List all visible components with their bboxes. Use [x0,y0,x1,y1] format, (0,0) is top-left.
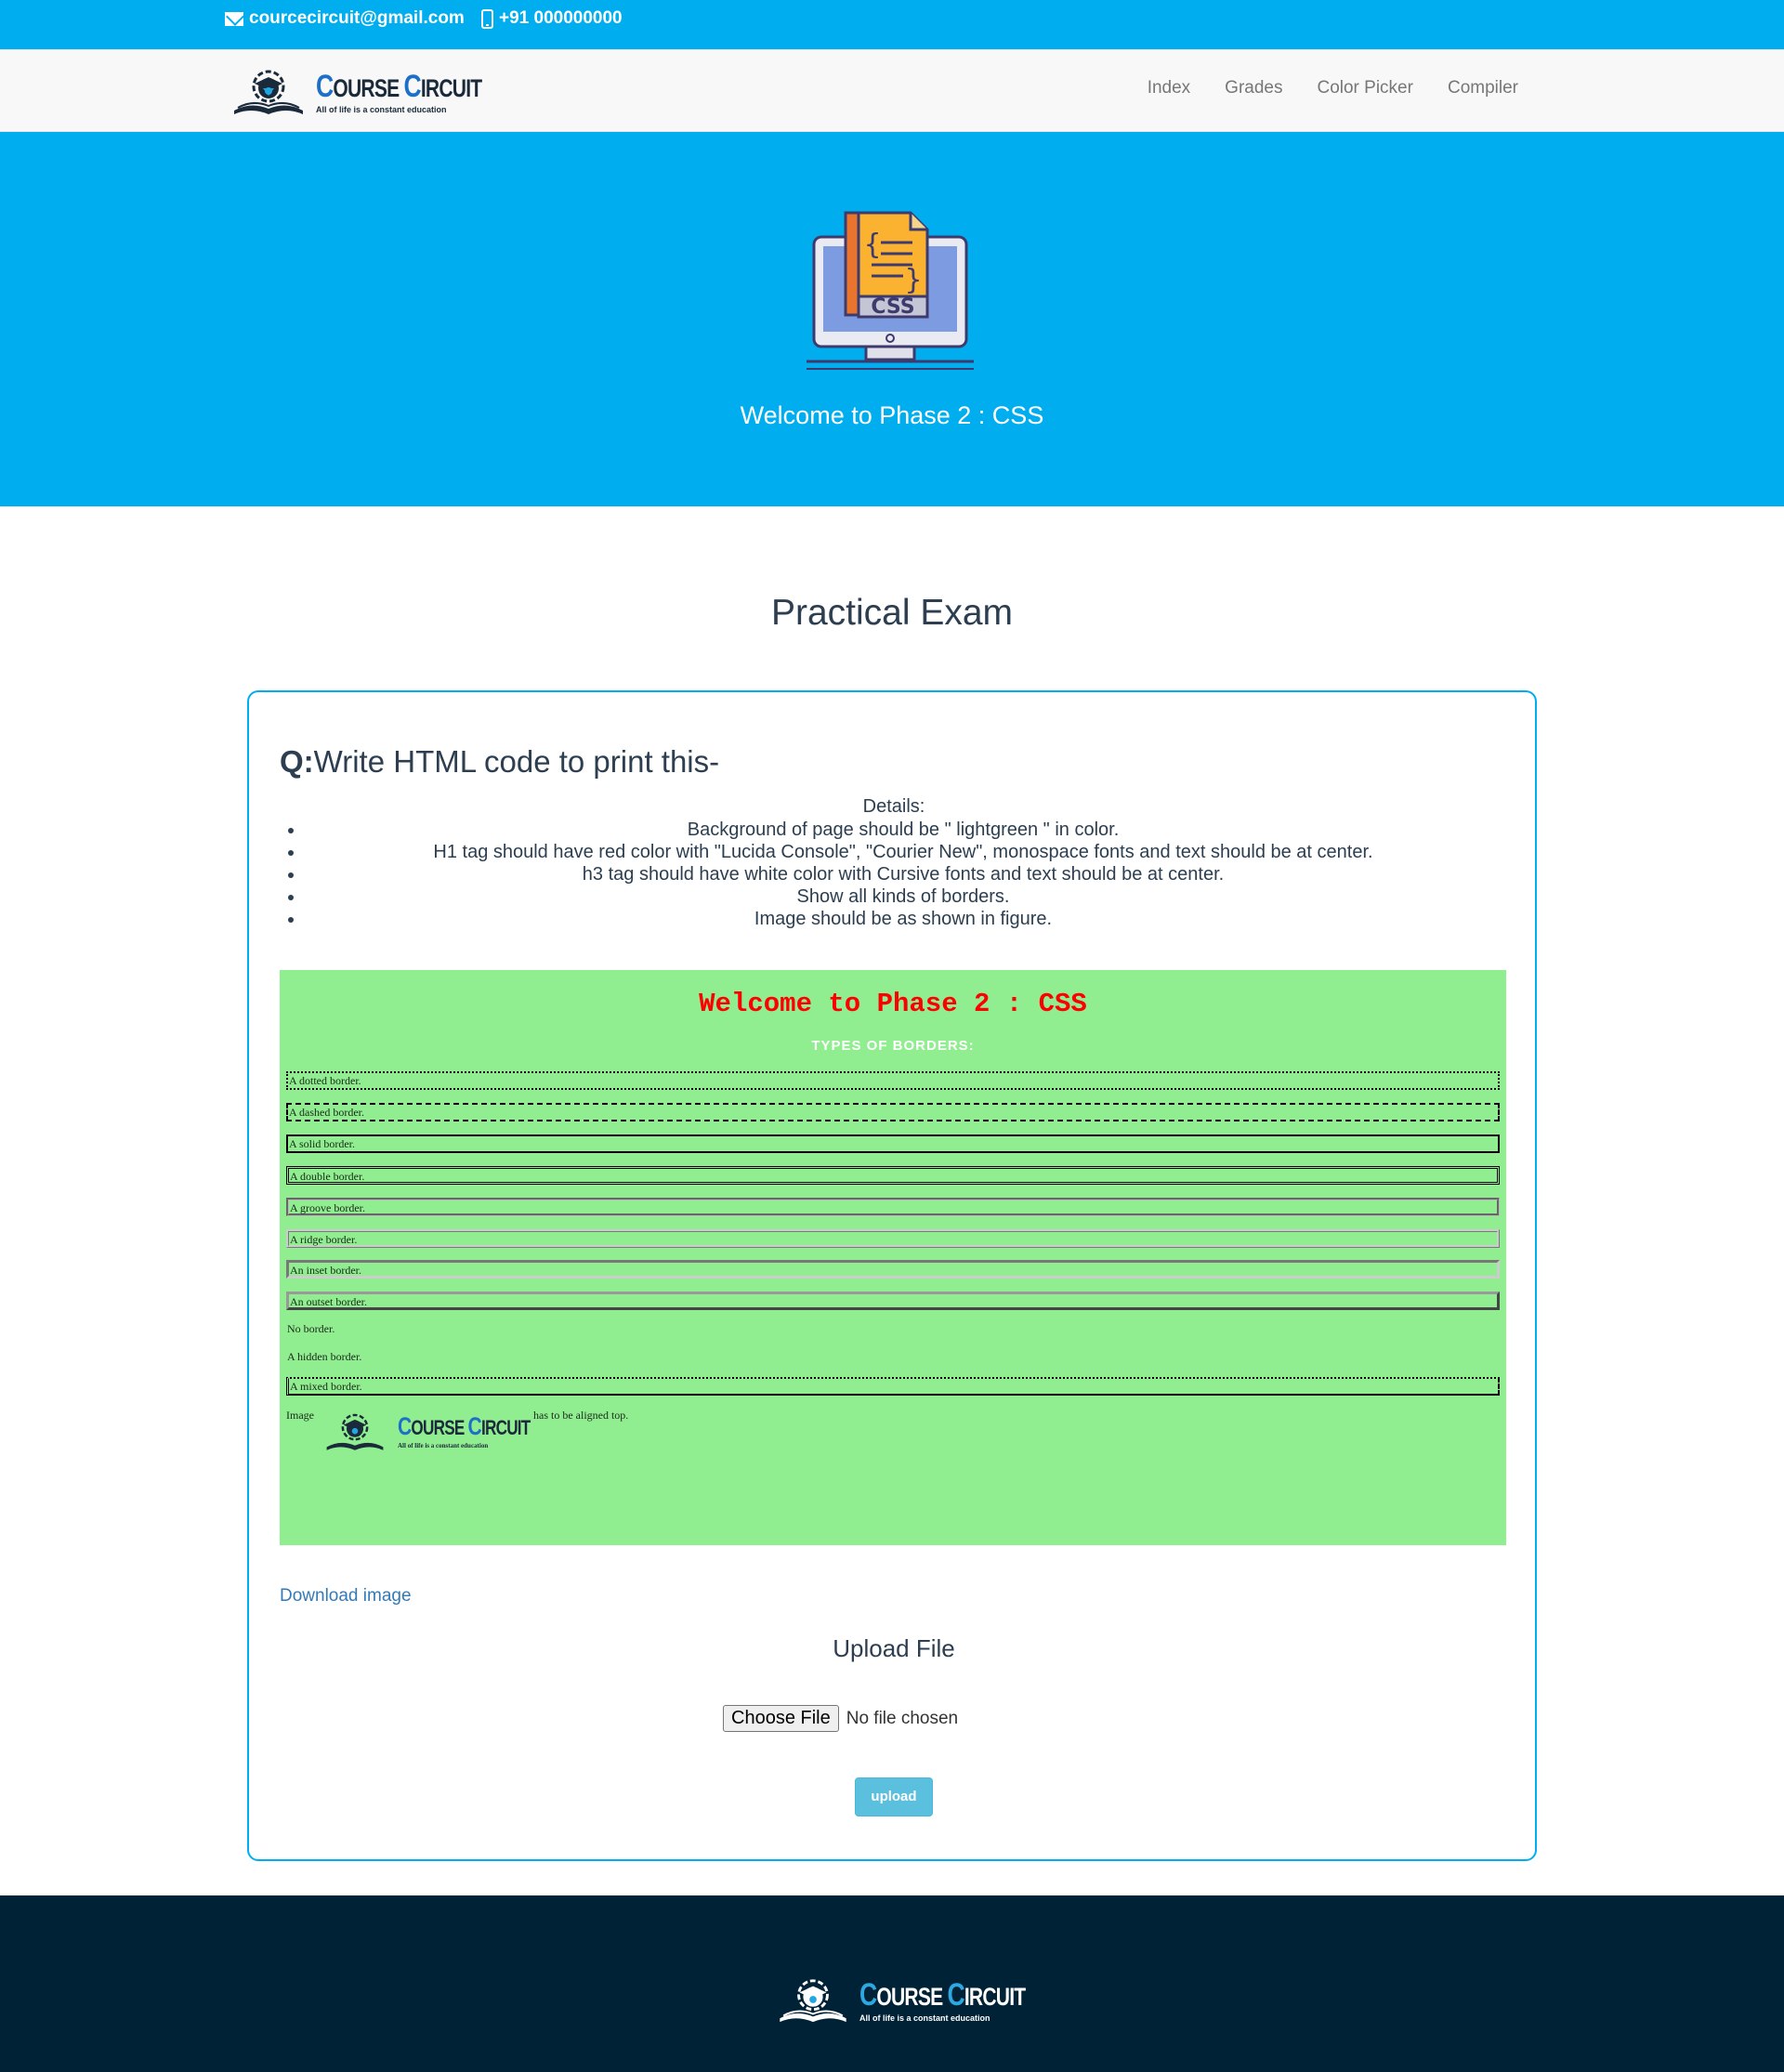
svg-text:}: } [905,264,922,296]
top-contact-bar: courcecircuit@gmail.com +91 000000000 [0,0,1784,49]
mail-icon [225,11,243,26]
question-text: Write HTML code to print this- [313,744,720,779]
question-prefix: Q: [280,744,314,779]
brand-logo-text: COURSE CIRCUIT All of life is a constant… [316,71,529,114]
hero-title: Welcome to Phase 2 : CSS [740,401,1044,429]
preview-image-label: Image [286,1409,314,1422]
hidden-border-box: A hidden border. [287,1350,362,1363]
page-title: Practical Exam [770,593,1014,633]
detail-item: Show all kinds of borders. [305,885,1502,908]
inset-border-box: An inset border. [286,1260,1500,1279]
footer-brand-logo[interactable]: COURSE CIRCUIT All of life is a constant… [774,1975,1072,2026]
graduation-book-logo-icon [326,1413,384,1450]
footer-brand-tagline: All of life is a constant education [859,2013,990,2023]
brand-name: COURSE CIRCUIT [316,68,482,104]
nav-item-index[interactable]: Index [1148,78,1190,98]
graduation-book-logo-icon [780,1979,846,2023]
dotted-border-box: A dotted border. [286,1071,1500,1090]
details-list: Background of page should be " lightgree… [305,819,1502,930]
footer-brand-name: COURSE CIRCUIT [859,1976,1026,2013]
nav-menu: Index Grades Color Picker Compiler [1148,78,1518,98]
nav-item-compiler[interactable]: Compiler [1448,78,1518,98]
preview-h1: Welcome to Phase 2 : CSS [699,989,1087,1019]
ridge-border-box: A ridge border. [286,1229,1500,1248]
detail-item: Background of page should be " lightgree… [305,819,1502,841]
preview-brand-logo: COURSE CIRCUIT All of life is a constant… [318,1410,568,1453]
svg-text:{: { [864,229,881,261]
footer: COURSE CIRCUIT All of life is a constant… [0,1895,1784,2072]
upload-title: Upload File [833,1634,955,1662]
file-input: Choose File No file chosen [723,1705,958,1732]
expected-output-preview: Welcome to Phase 2 : CSS TYPES OF BORDER… [280,970,1506,1545]
file-status-text: No file chosen [846,1708,959,1728]
upload-button[interactable]: upload [855,1777,933,1816]
exam-question-card: Q:Write HTML code to print this- Details… [247,690,1537,1861]
footer-logo-text: COURSE CIRCUIT All of life is a constant… [859,1979,1072,2023]
graduation-book-logo-icon [234,70,303,114]
nav-item-grades[interactable]: Grades [1225,78,1282,98]
double-border-box: A double border. [286,1166,1500,1185]
mobile-phone-icon [481,8,493,29]
preview-h3: TYPES OF BORDERS: [811,1038,975,1054]
email-contact[interactable]: courcecircuit@gmail.com [225,8,465,29]
preview-brand-name: COURSE CIRCUIT [398,1412,531,1440]
detail-item: Image should be as shown in figure. [305,908,1502,930]
nav-item-color-picker[interactable]: Color Picker [1317,78,1412,98]
email-text: courcecircuit@gmail.com [249,8,465,28]
brand-tagline: All of life is a constant education [316,104,447,114]
solid-border-box: A solid border. [286,1134,1500,1153]
question-heading: Q:Write HTML code to print this- [280,744,719,780]
brand-logo[interactable]: COURSE CIRCUIT All of life is a constant… [229,66,529,118]
no-border-box: No border. [287,1322,335,1335]
details-label: Details: [862,796,925,817]
outset-border-box: An outset border. [286,1292,1500,1310]
download-image-link[interactable]: Download image [280,1586,412,1606]
preview-image-caption: has to be aligned top. [533,1409,629,1422]
phone-contact[interactable]: +91 000000000 [481,8,623,29]
groove-border-box: A groove border. [286,1198,1500,1216]
detail-item: H1 tag should have red color with "Lucid… [305,841,1502,863]
mixed-border-box: A mixed border. [286,1377,1500,1396]
preview-brand-tagline: All of life is a constant education [398,1442,489,1449]
navbar: COURSE CIRCUIT All of life is a constant… [0,49,1784,132]
hero-banner: { } CSS Welcome to Phase 2 : CSS [0,132,1784,506]
choose-file-button[interactable]: Choose File [723,1705,839,1732]
svg-text:CSS: CSS [871,295,914,319]
phone-text: +91 000000000 [499,8,623,28]
detail-item: h3 tag should have white color with Curs… [305,863,1502,885]
dashed-border-box: A dashed border. [286,1103,1500,1121]
css-monitor-icon: { } CSS [807,211,974,370]
